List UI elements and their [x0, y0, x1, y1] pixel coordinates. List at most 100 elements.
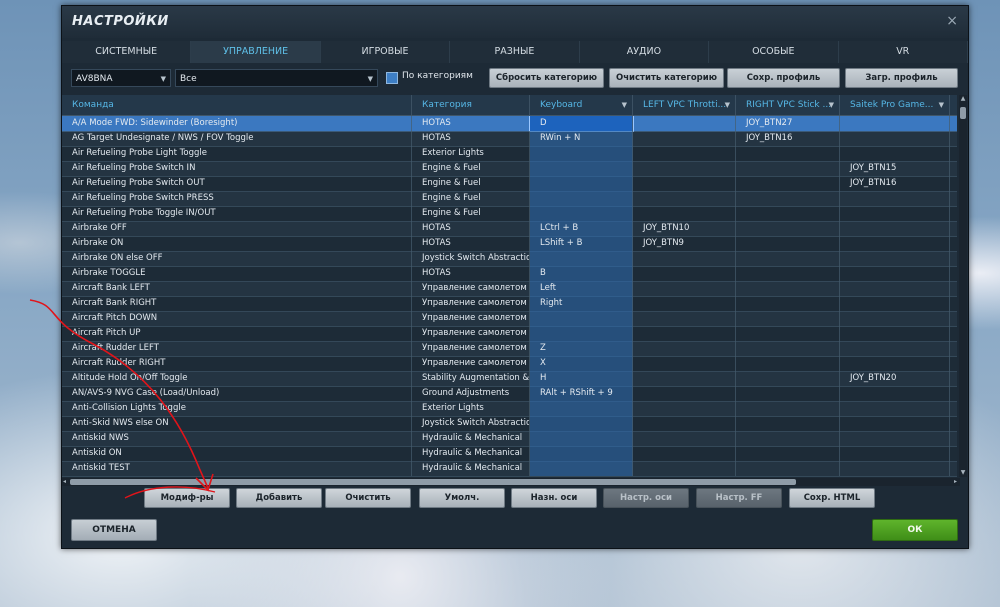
cell-cat[interactable]: Stability Augmentation &	[412, 371, 530, 386]
cell-lvpc[interactable]	[633, 386, 736, 401]
cell-cat[interactable]: Управление самолетом	[412, 311, 530, 326]
cell-extra[interactable]	[950, 356, 957, 371]
cell-rvpc[interactable]	[736, 251, 840, 266]
cell-cmd[interactable]: Aircraft Rudder RIGHT	[62, 356, 412, 371]
cell-extra[interactable]	[950, 251, 957, 266]
cell-extra[interactable]	[950, 146, 957, 161]
cell-cat[interactable]: Engine & Fuel	[412, 161, 530, 176]
table-row[interactable]: Air Refueling Probe Light Toggle Exterior…	[62, 146, 957, 162]
cell-saitek[interactable]	[840, 461, 950, 476]
save-profile-button[interactable]: Сохр. профиль	[727, 68, 840, 88]
bottom-button-4[interactable]: Назн. оси	[511, 488, 597, 508]
cell-saitek[interactable]	[840, 116, 950, 131]
cell-rvpc[interactable]	[736, 176, 840, 191]
bottom-button-3[interactable]: Умолч.	[419, 488, 505, 508]
cell-kb[interactable]: B	[530, 266, 633, 281]
cell-kb[interactable]	[530, 431, 633, 446]
tab-1[interactable]: УПРАВЛЕНИЕ	[191, 41, 321, 63]
cell-rvpc[interactable]	[736, 191, 840, 206]
cell-cmd[interactable]: Antiskid ON	[62, 446, 412, 461]
cell-rvpc[interactable]	[736, 161, 840, 176]
cell-lvpc[interactable]	[633, 401, 736, 416]
cell-cmd[interactable]: Airbrake TOGGLE	[62, 266, 412, 281]
chevron-down-icon[interactable]: ▼	[725, 95, 730, 115]
cell-extra[interactable]	[950, 326, 957, 341]
cell-cmd[interactable]: Airbrake OFF	[62, 221, 412, 236]
cell-rvpc[interactable]: JOY_BTN27	[736, 116, 840, 131]
bottom-button-0[interactable]: Модиф-ры	[144, 488, 230, 508]
cell-extra[interactable]	[950, 116, 957, 131]
table-row[interactable]: Antiskid NWS Hydraulic & Mechanical	[62, 431, 957, 447]
cell-kb[interactable]: X	[530, 356, 633, 371]
cell-extra[interactable]	[950, 296, 957, 311]
vertical-scrollbar[interactable]: ▲ ▼	[959, 95, 967, 477]
table-row[interactable]: AN/AVS-9 NVG Case (Load/Unload) Ground Ad…	[62, 386, 957, 402]
cell-cmd[interactable]: Air Refueling Probe Switch IN	[62, 161, 412, 176]
scroll-up-icon[interactable]: ▲	[959, 95, 967, 103]
cell-extra[interactable]	[950, 446, 957, 461]
tab-5[interactable]: ОСОБЫЕ	[709, 41, 839, 63]
table-row[interactable]: Aircraft Bank LEFT Управление самолетом Le…	[62, 281, 957, 297]
category-select[interactable]: Все ▼	[175, 69, 378, 87]
cell-cat[interactable]: Hydraulic & Mechanical	[412, 461, 530, 476]
cell-kb[interactable]: Right	[530, 296, 633, 311]
cell-cat[interactable]: Engine & Fuel	[412, 206, 530, 221]
horizontal-scroll-thumb[interactable]	[70, 479, 796, 485]
cell-saitek[interactable]	[840, 446, 950, 461]
cell-saitek[interactable]	[840, 221, 950, 236]
cell-cat[interactable]: HOTAS	[412, 116, 530, 131]
cell-extra[interactable]	[950, 281, 957, 296]
cell-cat[interactable]: Ground Adjustments	[412, 386, 530, 401]
cell-saitek[interactable]: JOY_BTN20	[840, 371, 950, 386]
cell-rvpc[interactable]	[736, 431, 840, 446]
bottom-button-2[interactable]: Очистить	[325, 488, 411, 508]
scroll-left-icon[interactable]: ◂	[63, 478, 66, 486]
bottom-button-7[interactable]: Сохр. HTML	[789, 488, 875, 508]
scroll-down-icon[interactable]: ▼	[959, 469, 967, 477]
cell-extra[interactable]	[950, 371, 957, 386]
table-row[interactable]: Air Refueling Probe Switch IN Engine & Fu…	[62, 161, 957, 177]
cell-kb[interactable]	[530, 191, 633, 206]
cell-cmd[interactable]: Aircraft Pitch UP	[62, 326, 412, 341]
cell-lvpc[interactable]	[633, 296, 736, 311]
cell-extra[interactable]	[950, 236, 957, 251]
cell-rvpc[interactable]	[736, 416, 840, 431]
cell-cmd[interactable]: Air Refueling Probe Light Toggle	[62, 146, 412, 161]
cell-cmd[interactable]: Anti-Collision Lights Toggle	[62, 401, 412, 416]
clear-category-button[interactable]: Очистить категорию	[609, 68, 724, 88]
cell-cat[interactable]: Управление самолетом	[412, 326, 530, 341]
cell-kb[interactable]	[530, 176, 633, 191]
table-row[interactable]: Air Refueling Probe Toggle IN/OUT Engine …	[62, 206, 957, 222]
chevron-down-icon[interactable]: ▼	[622, 95, 627, 115]
cell-rvpc[interactable]	[736, 311, 840, 326]
cell-kb[interactable]	[530, 161, 633, 176]
column-header-6[interactable]: L	[950, 95, 957, 115]
cell-cmd[interactable]: A/A Mode FWD: Sidewinder (Boresight)	[62, 116, 412, 131]
cell-rvpc[interactable]	[736, 296, 840, 311]
table-row[interactable]: Air Refueling Probe Switch OUT Engine & F…	[62, 176, 957, 192]
cell-rvpc[interactable]	[736, 266, 840, 281]
chevron-down-icon[interactable]: ▼	[829, 95, 834, 115]
cell-rvpc[interactable]	[736, 326, 840, 341]
cell-kb[interactable]	[530, 461, 633, 476]
cell-saitek[interactable]	[840, 326, 950, 341]
cell-lvpc[interactable]	[633, 266, 736, 281]
cell-cmd[interactable]: Aircraft Bank LEFT	[62, 281, 412, 296]
table-row[interactable]: Aircraft Pitch DOWN Управление самолетом	[62, 311, 957, 327]
cell-cat[interactable]: Joystick Switch Abstraction	[412, 251, 530, 266]
cell-lvpc[interactable]	[633, 461, 736, 476]
column-header-2[interactable]: Keyboard ▼	[530, 95, 633, 115]
cell-cat[interactable]: Engine & Fuel	[412, 176, 530, 191]
cell-lvpc[interactable]	[633, 116, 736, 131]
cell-lvpc[interactable]	[633, 431, 736, 446]
column-header-4[interactable]: RIGHT VPC Stick ... ▼	[736, 95, 840, 115]
table-row[interactable]: Airbrake ON else OFF Joystick Switch Abst…	[62, 251, 957, 267]
cell-lvpc[interactable]	[633, 146, 736, 161]
cell-kb[interactable]	[530, 311, 633, 326]
table-row[interactable]: Anti-Skid NWS else ON Joystick Switch Abs…	[62, 416, 957, 432]
cell-cmd[interactable]: Air Refueling Probe Switch OUT	[62, 176, 412, 191]
cell-saitek[interactable]	[840, 191, 950, 206]
cell-saitek[interactable]	[840, 401, 950, 416]
table-row[interactable]: Aircraft Rudder RIGHT Управление самолето…	[62, 356, 957, 372]
cell-cmd[interactable]: AN/AVS-9 NVG Case (Load/Unload)	[62, 386, 412, 401]
